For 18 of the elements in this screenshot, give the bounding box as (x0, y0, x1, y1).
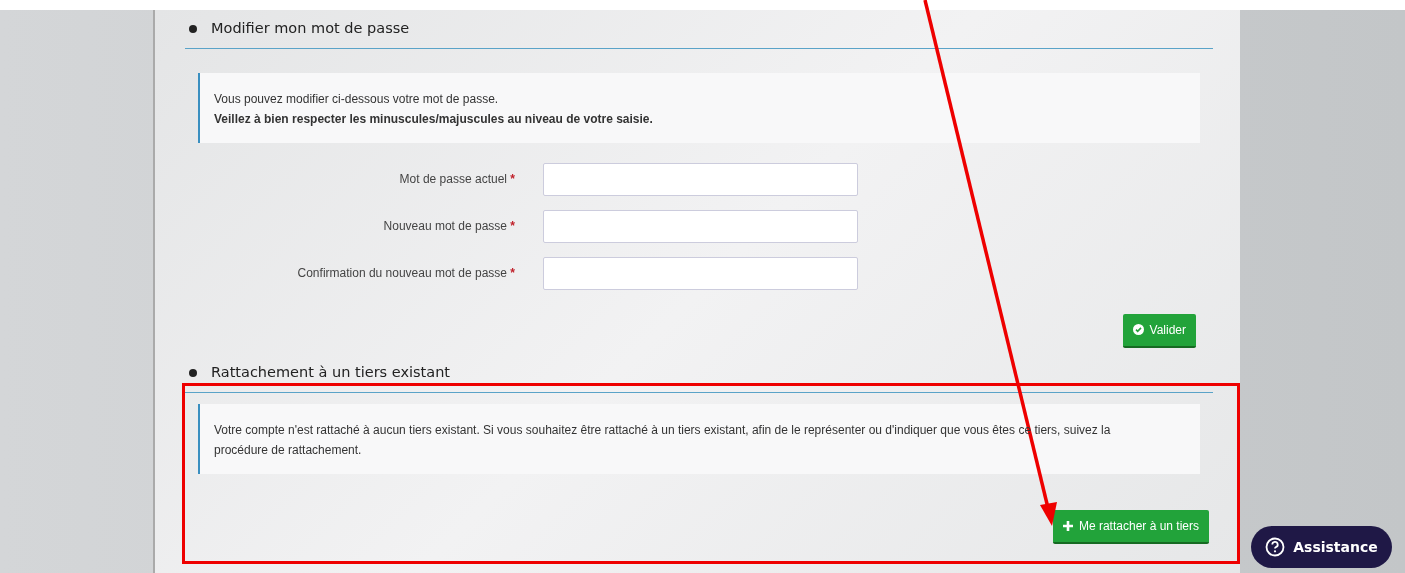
help-icon (1265, 537, 1286, 557)
password-field[interactable] (543, 209, 858, 243)
field-label: Confirmation du nouveau mot de passe * (296, 265, 515, 283)
bullet-icon (189, 24, 197, 33)
validate-button[interactable]: Valider (1122, 313, 1196, 348)
password-field[interactable] (543, 162, 858, 196)
plus-icon (1062, 520, 1073, 531)
field-label: Nouveau mot de passe * (382, 218, 515, 236)
assistance-button[interactable]: Assistance (1251, 526, 1392, 568)
attach-button[interactable]: Me rattacher à un tiers (1052, 509, 1209, 544)
field-label: Mot de passe actuel * (398, 171, 515, 189)
info-text: Veillez à bien respecter les minuscules/majuscules au niveau de votre saisie. (214, 110, 654, 128)
password-field[interactable] (543, 256, 858, 290)
section-title: Modifier mon mot de passe (211, 19, 410, 38)
bullet-icon (189, 368, 197, 377)
info-text: Vous pouvez modifier ci-dessous votre mot de passe. (214, 90, 500, 108)
check-circle-icon (1132, 324, 1144, 336)
section-title: Rattachement à un tiers existant (211, 362, 451, 382)
